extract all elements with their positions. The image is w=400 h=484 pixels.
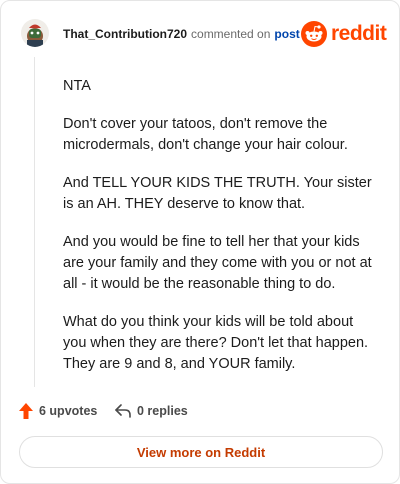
comment-meta: That_Contribution720 commented on post [63,27,300,41]
avatar[interactable] [21,19,49,47]
comment-paragraph: What do you think your kids will be told… [63,314,369,372]
reply-button[interactable]: 0 replies [115,401,188,421]
username[interactable]: That_Contribution720 [63,27,187,41]
upvote-button[interactable]: 6 upvotes [19,401,97,421]
upvote-arrow-icon [19,403,33,419]
comment-paragraph: Don't cover your tatoos, don't remove th… [63,116,348,153]
reply-count: 0 replies [137,404,188,418]
comment-header: That_Contribution720 commented on post red… [21,19,387,51]
thread-line [34,57,35,387]
commented-label: commented on [191,27,271,41]
comment-paragraph: And TELL YOUR KIDS THE TRUTH. Your siste… [63,175,372,212]
reply-arrow-icon [115,404,131,418]
reddit-brand[interactable]: reddit [301,21,387,47]
post-link[interactable]: post [274,27,299,41]
comment-paragraph: NTA [63,78,91,94]
comment-embed-card: That_Contribution720 commented on post red… [0,0,400,484]
comment-paragraph: And you would be fine to tell her that y… [63,234,372,292]
reddit-wordmark: reddit [331,22,387,45]
view-more-button[interactable]: View more on Reddit [19,436,383,468]
comment-body: NTA Don't cover your tatoos, don't remov… [63,76,379,392]
upvote-count: 6 upvotes [39,404,98,418]
reddit-logo-icon [301,21,327,47]
